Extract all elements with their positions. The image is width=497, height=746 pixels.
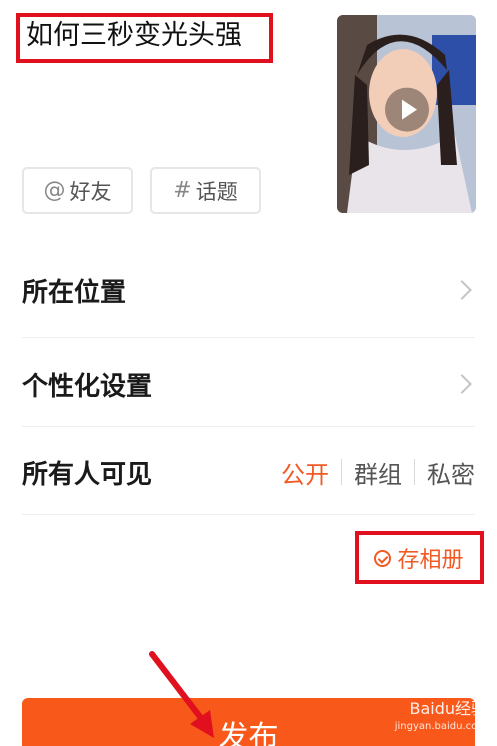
topic-label: 话题 — [195, 179, 238, 204]
visibility-row: 所有人可见 公开 群组 私密 — [22, 428, 475, 516]
chevron-right-icon — [452, 374, 472, 394]
annotation-box-save-album — [355, 531, 484, 584]
separator — [414, 459, 415, 485]
visibility-options: 公开 群组 私密 — [281, 455, 475, 490]
chevron-right-icon — [452, 280, 472, 300]
visibility-option-public[interactable]: 公开 — [281, 455, 329, 490]
hashtag-icon: # — [173, 178, 192, 203]
publish-label: 发布 — [218, 720, 279, 746]
visibility-option-private[interactable]: 私密 — [427, 455, 475, 490]
at-icon: @ — [43, 178, 66, 203]
play-icon[interactable] — [384, 87, 429, 132]
visibility-label: 所有人可见 — [22, 459, 153, 490]
divider — [22, 514, 475, 515]
publish-screen: 如何三秒变光头强 @ 好友 # 话题 所在位置 个性化设置 所有人可见 公开 群… — [0, 0, 497, 746]
watermark-brand: Baidu经验 — [409, 699, 487, 718]
video-thumbnail[interactable] — [337, 15, 476, 213]
watermark: Baidu经验 jingyan.baidu.com — [395, 700, 487, 736]
watermark-url: jingyan.baidu.com — [394, 721, 487, 732]
divider — [22, 337, 475, 338]
location-label: 所在位置 — [22, 277, 127, 308]
separator — [341, 459, 342, 485]
annotation-box-caption — [16, 13, 273, 63]
personalization-label: 个性化设置 — [22, 371, 153, 402]
location-row[interactable]: 所在位置 — [22, 246, 475, 334]
divider — [22, 426, 475, 427]
personalization-row[interactable]: 个性化设置 — [22, 340, 475, 428]
annotation-arrow-icon — [149, 651, 214, 738]
topic-button[interactable]: # 话题 — [150, 167, 261, 214]
mention-friend-button[interactable]: @ 好友 — [22, 167, 133, 214]
mention-friend-label: 好友 — [69, 179, 112, 204]
visibility-option-group[interactable]: 群组 — [354, 455, 402, 490]
